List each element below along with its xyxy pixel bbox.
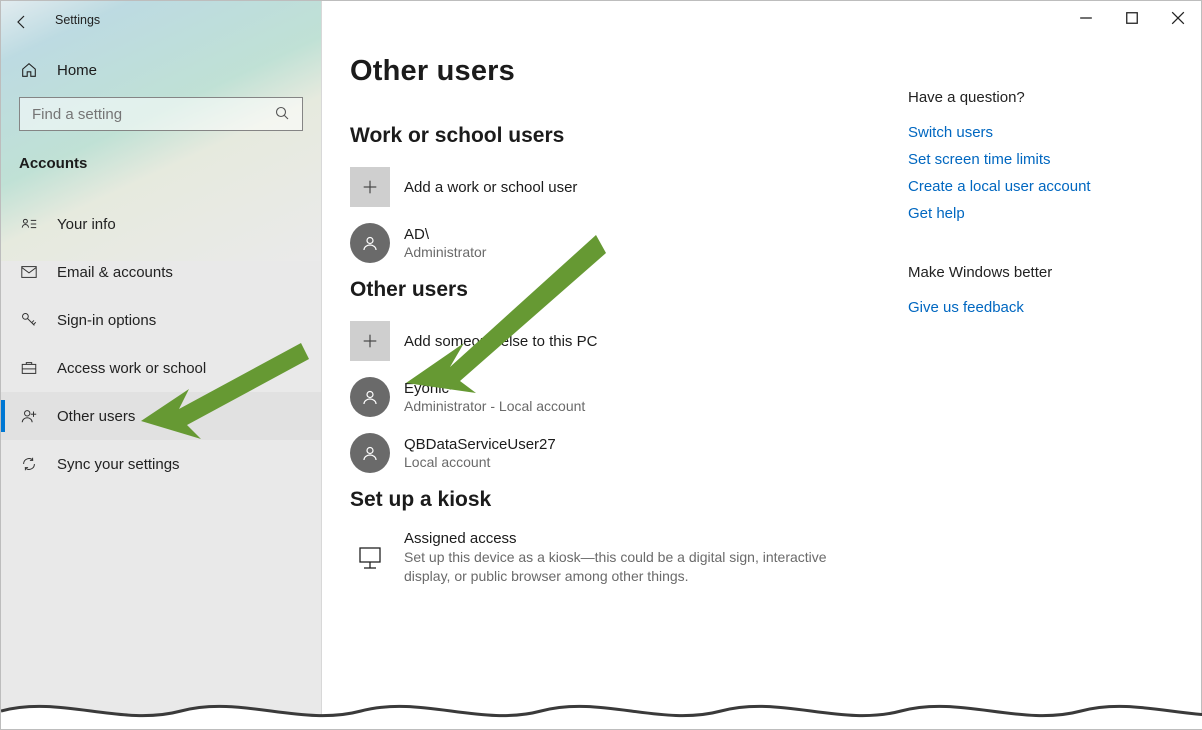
user-avatar-icon	[350, 377, 390, 417]
sidebar-item-your-info[interactable]: Your info	[1, 200, 321, 248]
search-icon	[274, 105, 292, 124]
right-panel: Have a question? Switch users Set screen…	[908, 55, 1168, 729]
question-heading: Have a question?	[908, 89, 1168, 106]
maximize-button[interactable]	[1109, 3, 1155, 33]
sidebar-section-label: Accounts	[1, 149, 321, 196]
section-heading-other-users: Other users	[350, 278, 890, 302]
sidebar-item-label: Other users	[57, 408, 135, 425]
sidebar-item-other-users[interactable]: Other users	[1, 392, 321, 440]
sync-icon	[19, 455, 39, 473]
main: Other users Work or school users Add a w…	[322, 1, 1201, 729]
feedback-heading: Make Windows better	[908, 264, 1168, 281]
search-input[interactable]	[30, 105, 274, 124]
key-icon	[19, 311, 39, 329]
user-role: Administrator - Local account	[404, 398, 585, 414]
help-link-create-local-user[interactable]: Create a local user account	[908, 178, 1168, 195]
help-link-get-help[interactable]: Get help	[908, 205, 1168, 222]
section-heading-work-school: Work or school users	[350, 124, 890, 148]
sidebar-home[interactable]: Home	[1, 53, 321, 97]
briefcase-icon	[19, 359, 39, 377]
page-title: Other users	[350, 55, 890, 88]
kiosk-assigned-access[interactable]: Assigned access Set up this device as a …	[350, 530, 890, 586]
help-link-screen-time[interactable]: Set screen time limits	[908, 151, 1168, 168]
user-name: QBDataServiceUser27	[404, 436, 556, 453]
section-heading-kiosk: Set up a kiosk	[350, 488, 890, 512]
kiosk-icon	[350, 538, 390, 578]
sidebar-item-access-work-school[interactable]: Access work or school	[1, 344, 321, 392]
add-other-user-label: Add someone else to this PC	[404, 333, 597, 350]
sidebar-item-signin-options[interactable]: Sign-in options	[1, 296, 321, 344]
user-name: AD\	[404, 226, 486, 243]
user-card-icon	[19, 215, 39, 233]
add-work-school-label: Add a work or school user	[404, 179, 577, 196]
kiosk-desc: Set up this device as a kiosk—this could…	[404, 548, 834, 586]
titlebar: Settings	[1, 1, 1201, 43]
feedback-link[interactable]: Give us feedback	[908, 299, 1168, 316]
sidebar-item-label: Sign-in options	[57, 312, 156, 329]
other-user[interactable]: Eyonic- Administrator - Local account	[350, 376, 890, 418]
window-title: Settings	[43, 1, 100, 27]
plus-icon	[350, 167, 390, 207]
sidebar-item-label: Access work or school	[57, 360, 206, 377]
user-avatar-icon	[350, 433, 390, 473]
sidebar-item-label: Email & accounts	[57, 264, 173, 281]
plus-icon	[350, 321, 390, 361]
search-box[interactable]	[19, 97, 303, 131]
add-other-user[interactable]: Add someone else to this PC	[350, 320, 890, 362]
user-role: Local account	[404, 454, 556, 470]
sidebar-home-label: Home	[57, 62, 97, 79]
sidebar-item-email-accounts[interactable]: Email & accounts	[1, 248, 321, 296]
home-icon	[19, 61, 39, 79]
close-button[interactable]	[1155, 3, 1201, 33]
sidebar-item-sync-settings[interactable]: Sync your settings	[1, 440, 321, 488]
user-plus-icon	[19, 407, 39, 425]
other-user[interactable]: QBDataServiceUser27 Local account	[350, 432, 890, 474]
sidebar-item-label: Sync your settings	[57, 456, 180, 473]
sidebar: Home Accounts Your info E	[1, 1, 322, 729]
back-button[interactable]	[1, 1, 43, 43]
work-school-user[interactable]: AD\ Administrator	[350, 222, 890, 264]
user-name: Eyonic-	[404, 380, 585, 397]
sidebar-item-label: Your info	[57, 216, 116, 233]
help-link-switch-users[interactable]: Switch users	[908, 124, 1168, 141]
kiosk-title: Assigned access	[404, 530, 834, 547]
add-work-school-user[interactable]: Add a work or school user	[350, 166, 890, 208]
minimize-button[interactable]	[1063, 3, 1109, 33]
user-avatar-icon	[350, 223, 390, 263]
user-role: Administrator	[404, 244, 486, 260]
mail-icon	[19, 263, 39, 281]
